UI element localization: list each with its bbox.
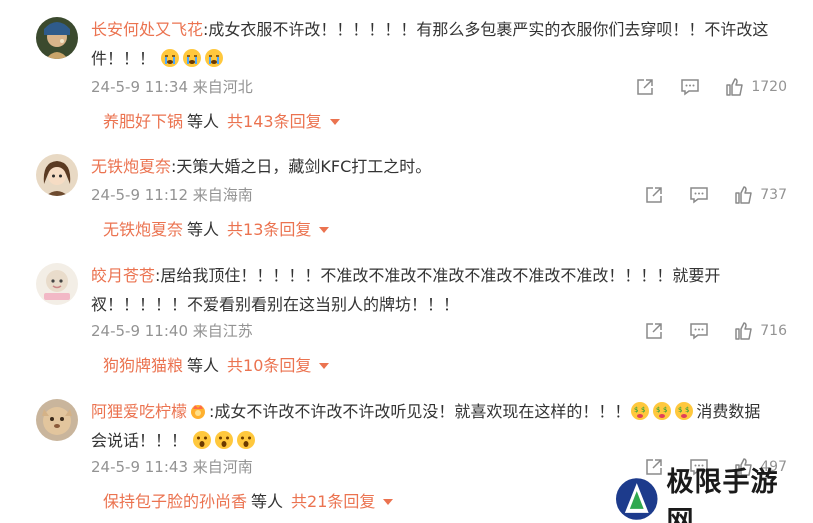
comment-time: 24-5-9 11:34 来自河北 xyxy=(91,78,253,96)
comment-username[interactable]: 阿狸爱吃柠檬 xyxy=(91,402,187,421)
comment-body-cont: 衩！！！！！不爱看别看别在这当别人的牌坊！！！ xyxy=(91,295,460,314)
comment-icon xyxy=(690,323,709,340)
comment-text: 皎月苍苍:居给我顶住！！！！！不准改不准改不准改不准改不准改不准改！！！！就要开… xyxy=(91,261,773,319)
comment-body-cont: 会说话！！！ xyxy=(91,431,188,450)
comment-time: 24-5-9 11:40 来自江苏 xyxy=(91,322,253,340)
reply-username[interactable]: 保持包子脸的孙尚香 xyxy=(103,492,247,511)
reply-username[interactable]: 养肥好下锅 xyxy=(103,112,183,131)
reply-count-link[interactable]: 共21条回复 xyxy=(291,492,375,511)
share-button[interactable] xyxy=(635,77,655,97)
like-button[interactable]: 737 xyxy=(734,185,787,205)
svg-text:$: $ xyxy=(641,406,645,414)
comment-button[interactable] xyxy=(689,185,709,205)
crying-emoji-icon xyxy=(161,49,180,67)
caret-down-icon[interactable] xyxy=(319,227,330,233)
comment-button[interactable] xyxy=(680,77,700,97)
reply-summary[interactable]: 保持包子脸的孙尚香 等人 共21条回复 xyxy=(103,491,394,513)
comment-body: :居给我顶住！！！！！不准改不准改不准改不准改不准改不准改！！！！就要开 xyxy=(155,266,721,285)
like-button[interactable]: 716 xyxy=(734,321,787,341)
comment-icon xyxy=(681,79,700,96)
shocked-emoji-icon xyxy=(193,431,212,449)
comment-icon xyxy=(690,187,709,204)
caret-down-icon[interactable] xyxy=(329,119,340,125)
comment-body: :天策大婚之日，藏剑KFC打工之时。 xyxy=(171,157,432,176)
reply-count-link[interactable]: 共10条回复 xyxy=(227,356,311,375)
comment-text: 无铁炮夏奈:天策大婚之日，藏剑KFC打工之时。 xyxy=(91,152,773,181)
reply-etc: 等人 xyxy=(187,220,220,239)
comment-actions: 716 xyxy=(619,321,787,341)
reply-username[interactable]: 狗狗牌猫粮 xyxy=(103,356,183,375)
comment-button[interactable] xyxy=(689,321,709,341)
comment-actions: 1720 xyxy=(610,77,787,97)
shocked-emoji-icon xyxy=(215,431,234,449)
share-button[interactable] xyxy=(644,457,664,477)
caret-down-icon[interactable] xyxy=(383,499,394,505)
svg-text:$: $ xyxy=(663,406,667,414)
share-icon xyxy=(646,187,663,203)
comment-time: 24-5-9 11:43 来自河南 xyxy=(91,458,253,476)
share-button[interactable] xyxy=(644,321,664,341)
comment-body: :成女不许改不许改不许改听见没！就喜欢现在这样的！！！ xyxy=(209,402,631,421)
reply-etc: 等人 xyxy=(187,112,220,131)
watermark-text: 极限手游网 xyxy=(666,467,779,523)
svg-text:$: $ xyxy=(685,406,689,414)
reply-summary[interactable]: 养肥好下锅 等人 共143条回复 xyxy=(103,111,340,133)
vip-badge-icon xyxy=(191,405,206,419)
comment-username[interactable]: 皎月苍苍 xyxy=(91,266,155,285)
crying-emoji-icon xyxy=(205,49,224,67)
money-face-emoji-icon: $ $ xyxy=(675,402,694,420)
comment-body-tail: 消费数据 xyxy=(696,402,761,421)
share-icon xyxy=(646,459,663,475)
avatar[interactable] xyxy=(36,154,78,196)
comment-text: 长安何处又飞花:成女衣服不许改！！！！！！有那么多包裹严实的衣服你们去穿呗！！不… xyxy=(91,15,773,73)
money-face-emoji-icon: $ $ xyxy=(631,402,650,420)
watermark-logo-icon xyxy=(615,478,658,520)
like-count: 737 xyxy=(760,187,787,203)
reply-count-link[interactable]: 共143条回复 xyxy=(227,112,322,131)
thumbs-up-icon xyxy=(735,322,753,340)
comment-username[interactable]: 无铁炮夏奈 xyxy=(91,157,171,176)
reply-summary[interactable]: 无铁炮夏奈 等人 共13条回复 xyxy=(103,219,330,241)
share-button[interactable] xyxy=(644,185,664,205)
thumbs-up-icon xyxy=(735,186,753,204)
comment-time: 24-5-9 11:12 来自海南 xyxy=(91,186,253,204)
comment-body-cont: 件！！！ xyxy=(91,49,156,68)
watermark: 极限手游网 xyxy=(615,467,805,523)
comment-text: 阿狸爱吃柠檬:成女不许改不许改不许改听见没！就喜欢现在这样的！！！ $ $ $ $ $ $ 消… xyxy=(91,397,773,455)
comment-actions: 737 xyxy=(619,185,787,205)
like-count: 716 xyxy=(760,323,787,339)
reply-etc: 等人 xyxy=(251,492,284,511)
reply-etc: 等人 xyxy=(187,356,220,375)
money-face-emoji-icon: $ $ xyxy=(653,402,672,420)
share-icon xyxy=(637,79,654,95)
thumbs-up-icon xyxy=(726,78,744,96)
share-icon xyxy=(646,323,663,339)
avatar[interactable] xyxy=(36,263,78,305)
comment-username[interactable]: 长安何处又飞花 xyxy=(91,20,203,39)
svg-text:$: $ xyxy=(678,406,682,414)
svg-text:$: $ xyxy=(656,406,660,414)
svg-text:$: $ xyxy=(634,406,638,414)
avatar[interactable] xyxy=(36,399,78,441)
reply-count-link[interactable]: 共13条回复 xyxy=(227,220,311,239)
like-button[interactable]: 1720 xyxy=(725,77,787,97)
comment-body: :成女衣服不许改！！！！！！有那么多包裹严实的衣服你们去穿呗！！不许改这 xyxy=(203,20,769,39)
like-count: 1720 xyxy=(751,79,787,95)
shocked-emoji-icon xyxy=(237,431,256,449)
reply-username[interactable]: 无铁炮夏奈 xyxy=(103,220,183,239)
caret-down-icon[interactable] xyxy=(319,363,330,369)
avatar[interactable] xyxy=(36,17,78,59)
reply-summary[interactable]: 狗狗牌猫粮 等人 共10条回复 xyxy=(103,355,330,377)
crying-emoji-icon xyxy=(183,49,202,67)
